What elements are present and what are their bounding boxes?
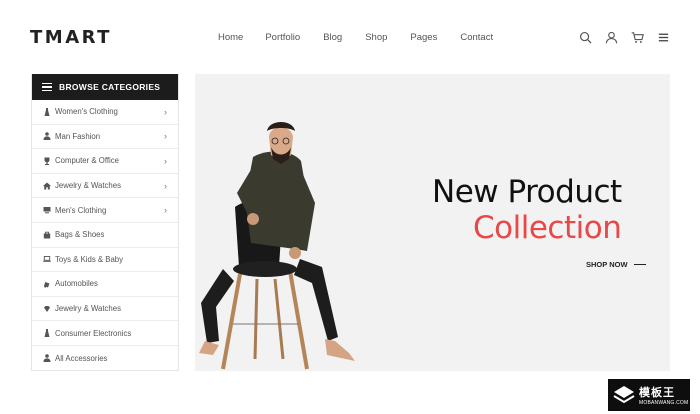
category-item-consumer-electronics[interactable]: Consumer Electronics bbox=[32, 321, 178, 346]
bag-icon bbox=[42, 230, 51, 239]
category-item-mens-clothing[interactable]: Men's Clothing › bbox=[32, 198, 178, 223]
nav-home[interactable]: Home bbox=[218, 32, 243, 43]
category-label: Toys & Kids & Baby bbox=[55, 254, 124, 264]
electronics-icon bbox=[42, 329, 51, 338]
main-nav: Home Portfolio Blog Shop Pages Contact bbox=[218, 32, 516, 43]
nav-shop[interactable]: Shop bbox=[365, 32, 387, 43]
category-label: All Accessories bbox=[55, 353, 108, 363]
site-logo[interactable]: TMART bbox=[30, 27, 112, 48]
category-item-womens-clothing[interactable]: Women's Clothing › bbox=[32, 100, 178, 125]
category-label: Automobiles bbox=[55, 279, 98, 289]
category-item-all-accessories[interactable]: All Accessories bbox=[32, 346, 178, 371]
nav-portfolio[interactable]: Portfolio bbox=[265, 32, 300, 43]
category-item-computer-office[interactable]: Computer & Office › bbox=[32, 149, 178, 174]
cart-icon[interactable] bbox=[630, 30, 644, 44]
nav-pages[interactable]: Pages bbox=[410, 32, 437, 43]
hero-subtitle: Collection bbox=[473, 210, 622, 246]
category-label: Computer & Office bbox=[55, 156, 119, 166]
chevron-right-icon: › bbox=[164, 205, 167, 216]
user-icon[interactable] bbox=[604, 30, 618, 44]
arrow-line-icon bbox=[633, 263, 646, 266]
nav-contact[interactable]: Contact bbox=[460, 32, 493, 43]
laptop-icon bbox=[42, 255, 51, 264]
hero-title: New Product bbox=[432, 174, 622, 210]
watermark-title: 模板王 bbox=[639, 387, 675, 399]
category-label: Women's Clothing bbox=[55, 107, 118, 117]
category-label: Jewelry & Watches bbox=[55, 181, 122, 191]
category-list: Women's Clothing › Man Fashion › Compute… bbox=[32, 100, 178, 371]
car-icon bbox=[42, 279, 51, 288]
monitor-icon bbox=[42, 206, 51, 215]
shop-now-label: SHOP NOW bbox=[586, 260, 628, 269]
nav-blog[interactable]: Blog bbox=[323, 32, 342, 43]
home-icon bbox=[42, 181, 51, 190]
category-item-toys-kids-baby[interactable]: Toys & Kids & Baby bbox=[32, 248, 178, 273]
gem-icon bbox=[42, 304, 51, 313]
sidebar-title: BROWSE CATEGORIES bbox=[59, 82, 161, 92]
category-item-bags-shoes[interactable]: Bags & Shoes bbox=[32, 223, 178, 248]
browse-categories-toggle[interactable]: BROWSE CATEGORIES bbox=[32, 74, 178, 100]
category-sidebar: BROWSE CATEGORIES Women's Clothing › Man… bbox=[31, 74, 179, 371]
menu-icon[interactable] bbox=[656, 30, 670, 44]
category-label: Man Fashion bbox=[55, 131, 101, 141]
category-label: Men's Clothing bbox=[55, 205, 107, 215]
hamburger-icon bbox=[42, 82, 52, 92]
category-item-man-fashion[interactable]: Man Fashion › bbox=[32, 125, 178, 150]
hero-model-image bbox=[199, 122, 355, 370]
category-label: Consumer Electronics bbox=[55, 328, 132, 338]
watermark-url: MOBANWANG.COM bbox=[639, 400, 689, 406]
hero-banner: New Product Collection SHOP NOW bbox=[195, 74, 670, 371]
watermark-logo: 模板王 MOBANWANG.COM bbox=[608, 379, 690, 411]
shop-now-button[interactable]: SHOP NOW bbox=[586, 260, 646, 269]
category-item-automobiles[interactable]: Automobiles bbox=[32, 272, 178, 297]
chevron-right-icon: › bbox=[164, 155, 167, 166]
trophy-icon bbox=[42, 156, 51, 165]
category-item-jewelry-watches-2[interactable]: Jewelry & Watches bbox=[32, 297, 178, 322]
category-label: Jewelry & Watches bbox=[55, 304, 122, 314]
chevron-right-icon: › bbox=[164, 180, 167, 191]
category-item-jewelry-watches[interactable]: Jewelry & Watches › bbox=[32, 174, 178, 199]
person-icon bbox=[42, 132, 51, 141]
search-icon[interactable] bbox=[578, 30, 592, 44]
dress-icon bbox=[42, 107, 51, 116]
category-label: Bags & Shoes bbox=[55, 230, 105, 240]
person-icon bbox=[42, 354, 51, 363]
chevron-right-icon: › bbox=[164, 106, 167, 117]
watermark-logo-icon bbox=[613, 386, 635, 404]
chevron-right-icon: › bbox=[164, 131, 167, 142]
header-actions bbox=[578, 30, 682, 44]
